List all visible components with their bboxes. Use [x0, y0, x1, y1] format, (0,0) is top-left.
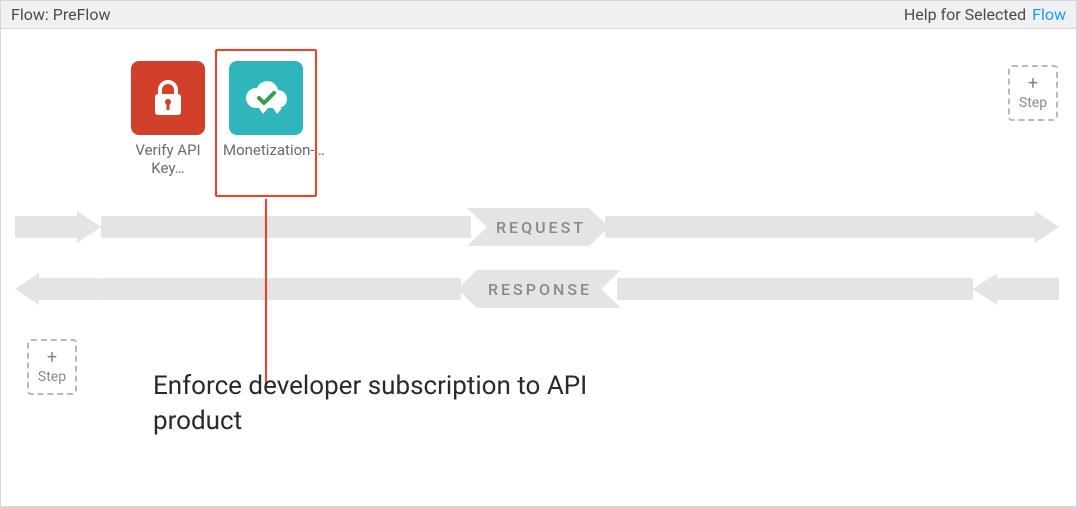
canvas: Verify API Key… Monetization-… + Step RE… [1, 29, 1076, 506]
callout-text: Enforce developer subscription to API pr… [153, 369, 633, 439]
request-arrow-right [973, 211, 1059, 243]
add-step-label: Step [38, 369, 66, 385]
policy-verify-api-key-label: Verify API Key… [125, 141, 211, 177]
request-arrow-left [15, 211, 101, 243]
plus-icon: + [1028, 75, 1038, 93]
callout-line [265, 199, 267, 387]
selection-box [215, 49, 317, 197]
add-step-request[interactable]: + Step [1008, 65, 1058, 121]
request-label: REQUEST [487, 212, 595, 242]
response-band-fill-right [617, 278, 973, 300]
flow-editor-frame: Flow: PreFlow Help for Selected Flow Ver… [0, 0, 1077, 507]
flow-title: Flow: PreFlow [11, 5, 110, 24]
response-band-fill-left [101, 278, 461, 300]
add-step-response[interactable]: + Step [27, 339, 77, 395]
response-arrow-right [973, 273, 1059, 305]
flow-link[interactable]: Flow [1032, 5, 1066, 24]
request-band-fill-right [605, 216, 973, 238]
header-right-group: Help for Selected Flow [904, 5, 1066, 24]
editor-header: Flow: PreFlow Help for Selected Flow [1, 1, 1076, 29]
response-arrow-left [15, 273, 101, 305]
help-for-selected-label: Help for Selected [904, 5, 1026, 24]
response-label: RESPONSE [477, 274, 603, 304]
request-band-fill-left [101, 216, 471, 238]
lock-icon [146, 76, 190, 120]
plus-icon: + [47, 349, 57, 367]
add-step-label: Step [1019, 95, 1047, 111]
policy-verify-api-key[interactable] [131, 61, 205, 135]
